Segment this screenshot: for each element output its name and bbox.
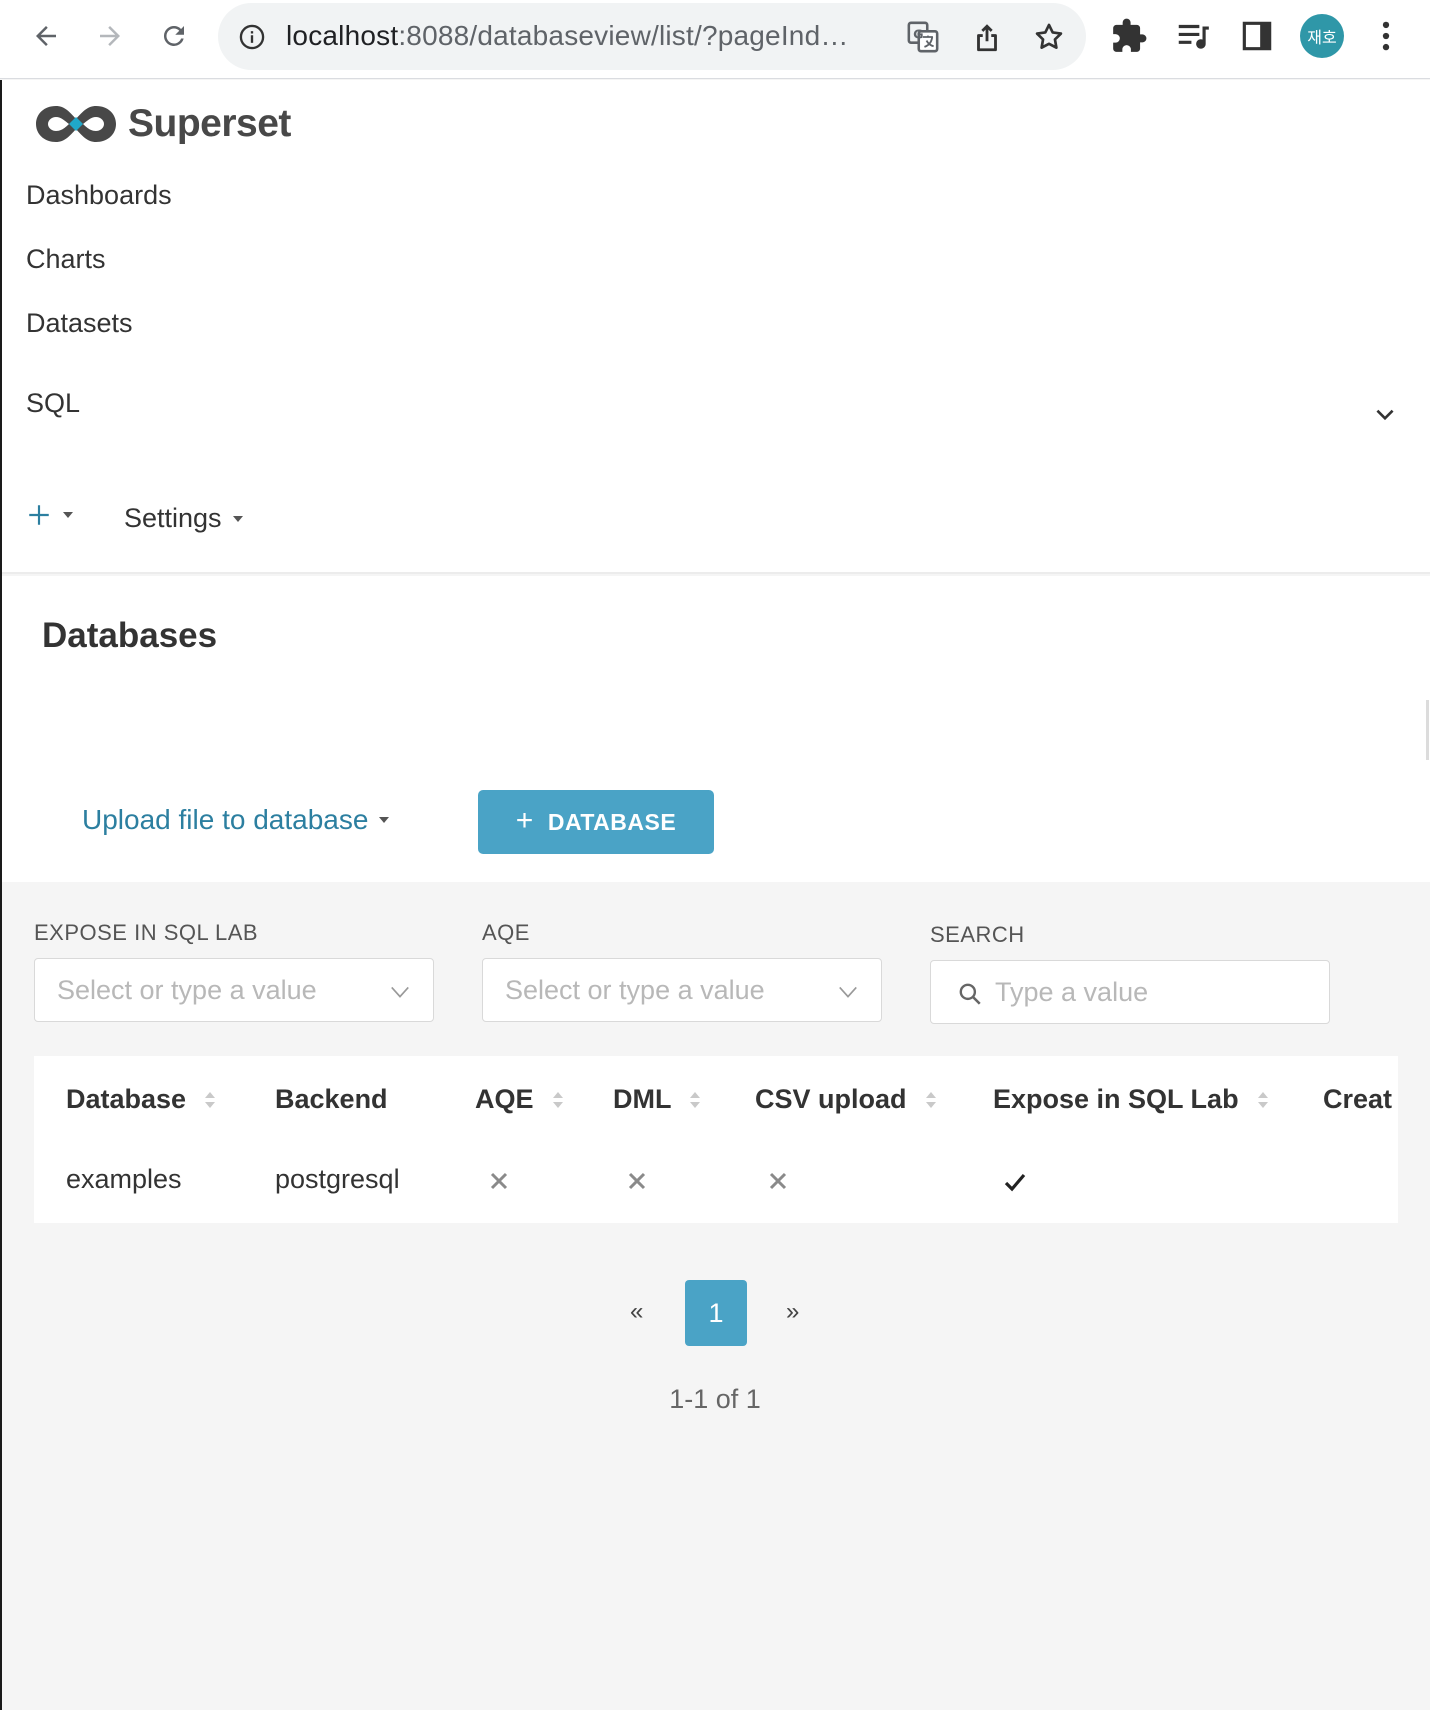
reload-button[interactable] bbox=[152, 14, 196, 58]
pagination-next[interactable]: » bbox=[786, 1298, 799, 1326]
sort-icon bbox=[552, 1091, 563, 1108]
add-database-label: DATABASE bbox=[547, 808, 677, 835]
forward-button[interactable] bbox=[88, 14, 132, 58]
upload-file-dropdown[interactable]: Upload file to database bbox=[82, 804, 390, 836]
page-title: Databases bbox=[42, 616, 218, 655]
databases-table: Database Backend AQE DML CSV upload Expo… bbox=[34, 1056, 1398, 1223]
chevron-down-icon bbox=[391, 986, 409, 998]
share-icon[interactable] bbox=[970, 20, 1004, 54]
close-icon bbox=[769, 1172, 787, 1190]
pagination-summary: 1-1 of 1 bbox=[669, 1384, 761, 1414]
filter-label-aqe: AQE bbox=[482, 920, 530, 945]
search-placeholder: Type a value bbox=[995, 977, 1149, 1007]
menu-dashboards[interactable]: Dashboards bbox=[26, 180, 172, 211]
menu-sql[interactable]: SQL bbox=[26, 388, 80, 419]
menu-charts[interactable]: Charts bbox=[26, 244, 106, 275]
close-icon bbox=[490, 1172, 508, 1190]
column-label: CSV upload bbox=[755, 1084, 907, 1114]
filter-label-expose: EXPOSE IN SQL LAB bbox=[34, 920, 259, 945]
scrollbar-thumb[interactable] bbox=[1426, 700, 1429, 760]
chevron-down-icon bbox=[839, 986, 857, 998]
caret-down-icon bbox=[63, 512, 73, 518]
checkmark-icon bbox=[1004, 1173, 1026, 1192]
settings-menu[interactable]: Settings bbox=[124, 503, 244, 534]
add-database-button[interactable]: + DATABASE bbox=[478, 790, 714, 854]
expose-in-sql-lab-select[interactable]: Select or type a value bbox=[34, 958, 434, 1022]
column-header-aqe[interactable]: AQE bbox=[475, 1084, 564, 1115]
column-header-backend: Backend bbox=[275, 1084, 388, 1115]
column-header-dml[interactable]: DML bbox=[613, 1084, 701, 1115]
caret-down-icon bbox=[379, 817, 390, 823]
pagination-page-1[interactable]: 1 bbox=[685, 1280, 747, 1346]
profile-avatar[interactable]: 재호 bbox=[1300, 14, 1344, 58]
pagination-prev[interactable]: « bbox=[630, 1298, 643, 1326]
sort-icon bbox=[690, 1091, 701, 1108]
translate-icon[interactable]: G bbox=[906, 20, 940, 54]
column-label: AQE bbox=[475, 1084, 534, 1114]
info-icon[interactable] bbox=[238, 23, 266, 51]
media-playlist-icon[interactable] bbox=[1174, 17, 1212, 55]
superset-logo-icon bbox=[36, 106, 116, 142]
app-header: Superset Dashboards Charts Datasets SQL … bbox=[2, 80, 1430, 574]
arrow-left-icon bbox=[36, 26, 56, 46]
sort-icon bbox=[1257, 1091, 1268, 1108]
cell-backend: postgresql bbox=[275, 1164, 400, 1194]
reload-icon bbox=[163, 25, 184, 46]
close-icon bbox=[628, 1172, 646, 1190]
extensions-icon[interactable] bbox=[1110, 17, 1148, 55]
bookmark-star-icon[interactable] bbox=[1032, 20, 1066, 54]
column-header-created[interactable]: Creat bbox=[1323, 1084, 1392, 1115]
column-header-database[interactable]: Database bbox=[66, 1084, 216, 1115]
select-placeholder: Select or type a value bbox=[57, 975, 317, 1005]
sort-icon bbox=[205, 1091, 216, 1108]
brand-name: Superset bbox=[128, 102, 291, 145]
filter-label-search: SEARCH bbox=[930, 922, 1025, 947]
arrow-right-icon bbox=[100, 26, 120, 46]
column-label: DML bbox=[613, 1084, 672, 1114]
caret-down-icon bbox=[232, 515, 243, 522]
svg-text:G: G bbox=[913, 27, 923, 42]
upload-file-label: Upload file to database bbox=[82, 804, 369, 835]
side-panel-icon[interactable] bbox=[1238, 17, 1276, 55]
back-button[interactable] bbox=[24, 14, 68, 58]
search-icon bbox=[959, 983, 981, 1005]
select-placeholder: Select or type a value bbox=[505, 975, 765, 1005]
column-label: Creat bbox=[1323, 1084, 1393, 1114]
superset-logo[interactable]: Superset bbox=[34, 102, 291, 146]
column-header-expose-in-sql-lab[interactable]: Expose in SQL Lab bbox=[993, 1084, 1269, 1115]
settings-label: Settings bbox=[124, 503, 222, 533]
column-label: Backend bbox=[275, 1084, 388, 1114]
sort-icon bbox=[925, 1091, 936, 1108]
chevron-down-icon[interactable] bbox=[1372, 402, 1398, 428]
url-text: localhost:8088/databaseview/list/?pageIn… bbox=[286, 20, 849, 51]
column-header-csv-upload[interactable]: CSV upload bbox=[755, 1084, 937, 1115]
search-input[interactable]: Type a value bbox=[930, 960, 1330, 1024]
column-label: Database bbox=[66, 1084, 187, 1114]
plus-icon: + bbox=[515, 803, 534, 837]
more-vertical-icon[interactable] bbox=[1367, 17, 1405, 55]
aqe-select[interactable]: Select or type a value bbox=[482, 958, 882, 1022]
browser-toolbar: localhost:8088/databaseview/list/?pageIn… bbox=[0, 0, 1430, 79]
address-bar[interactable]: localhost:8088/databaseview/list/?pageIn… bbox=[218, 3, 1086, 70]
new-item-menu[interactable] bbox=[26, 502, 74, 528]
cell-database: examples bbox=[66, 1164, 182, 1194]
page-header: Databases Upload file to database + DATA… bbox=[2, 576, 1430, 882]
plus-icon bbox=[29, 505, 49, 525]
column-label: Expose in SQL Lab bbox=[993, 1084, 1239, 1114]
menu-datasets[interactable]: Datasets bbox=[26, 308, 133, 339]
